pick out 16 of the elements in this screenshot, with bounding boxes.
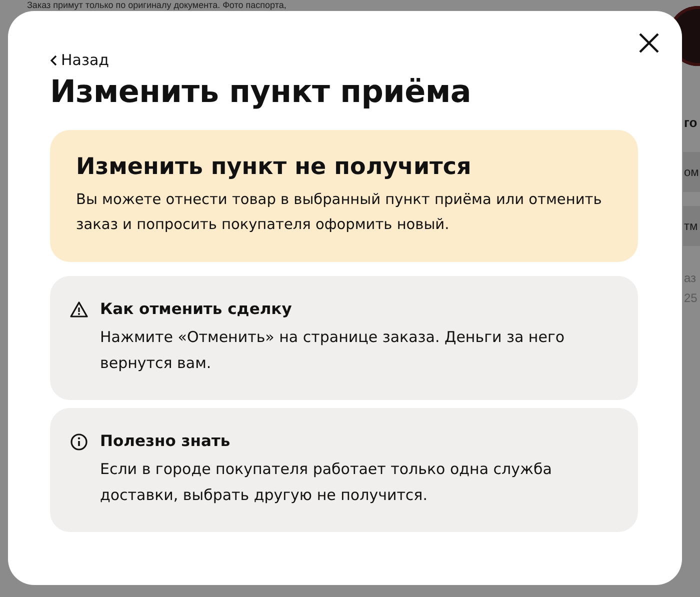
- card-text: Если в городе покупателя работает только одна служба доставки, выбрать другую не получится.: [100, 459, 553, 506]
- action-button[interactable]: тм: [683, 206, 700, 246]
- card-text: Нажмите «Отменить» на странице заказа. Деньги за него вернутся вам.: [100, 327, 566, 374]
- back-link[interactable]: Назад: [50, 51, 110, 69]
- card-title: Полезно знать: [100, 431, 232, 452]
- dialog-title: Изменить пункт приёма: [50, 73, 472, 111]
- notice-text: Заказ примут только по оригиналу документа. Фото паспорта,: [27, 0, 286, 10]
- section-heading: го: [683, 114, 698, 132]
- info-icon: [70, 433, 88, 451]
- card-title: Как отменить сделку: [100, 299, 293, 320]
- card-text: Вы можете отнести товар в выбранный пункт приёма или отменить заказ и попросить покупателя оформить новый.: [76, 191, 603, 235]
- card-title: Изменить пункт не получится: [76, 153, 472, 182]
- action-button[interactable]: ом: [683, 152, 700, 192]
- chevron-left-icon: [50, 54, 57, 66]
- close-button[interactable]: [638, 32, 660, 54]
- warning-icon: [70, 301, 88, 318]
